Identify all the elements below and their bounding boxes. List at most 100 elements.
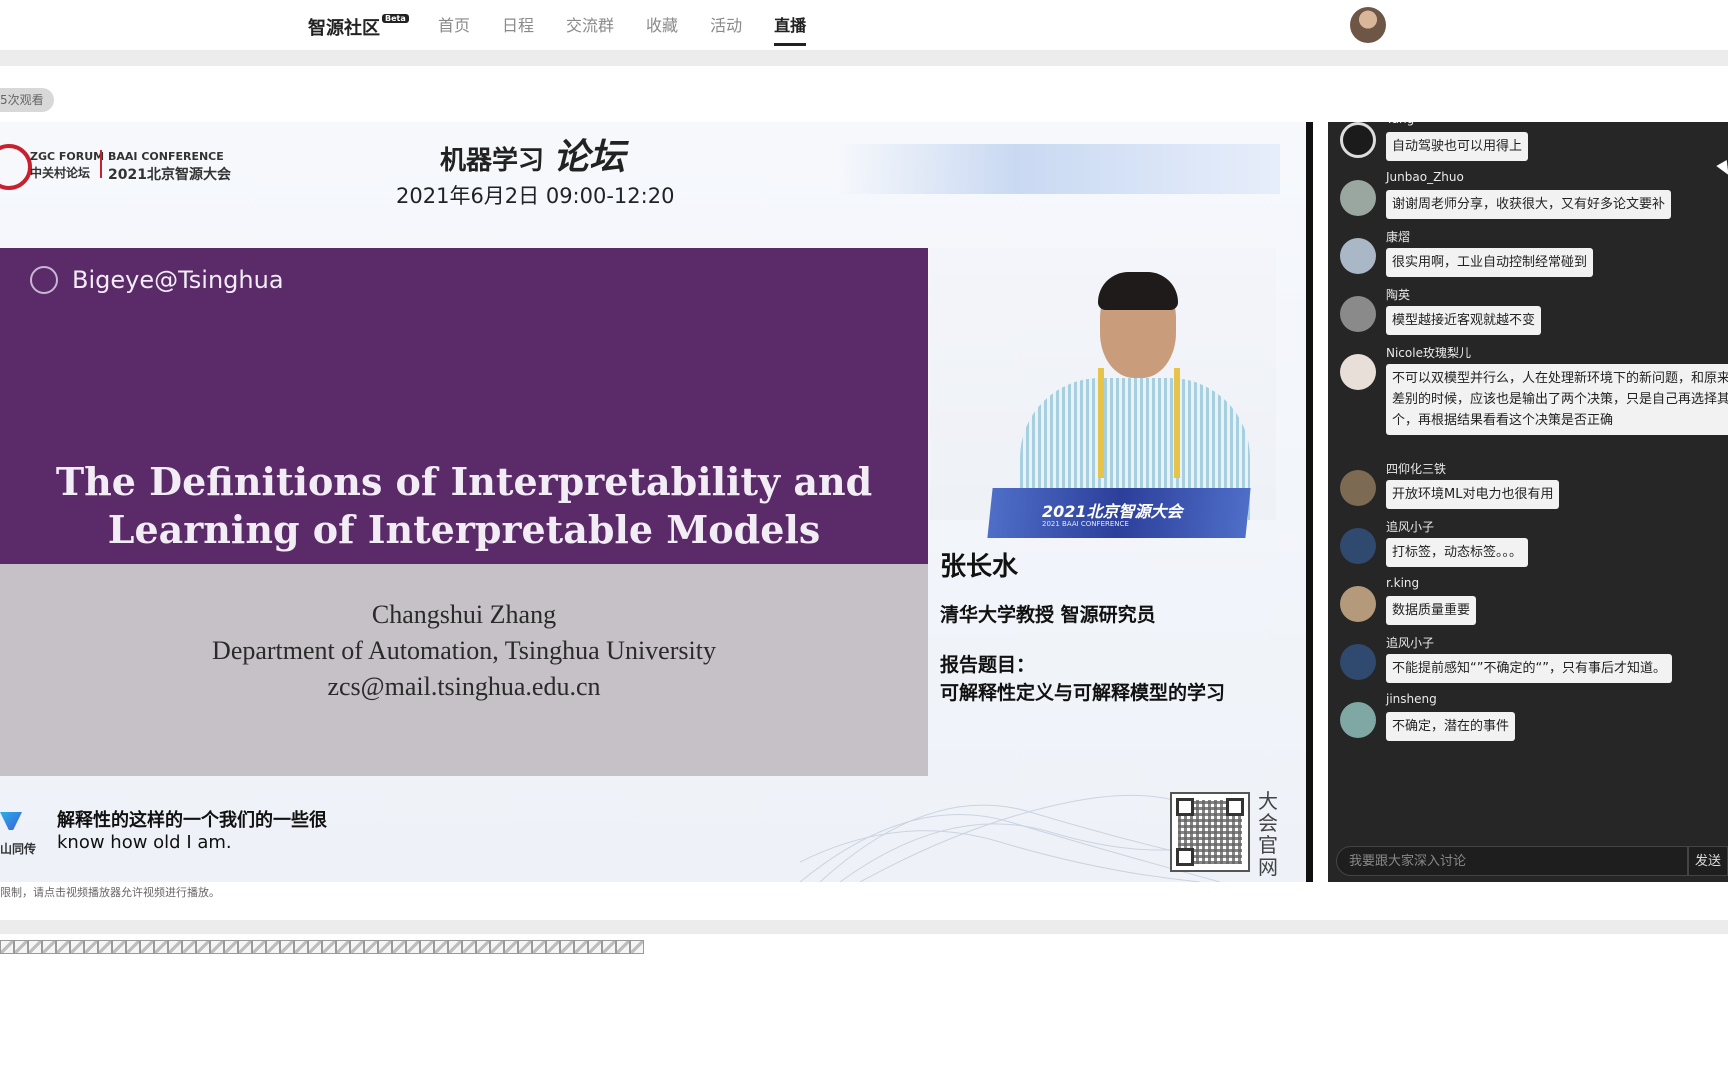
- video-player[interactable]: ZGC FORUM 中关村论坛 BAAI CONFERENCE 2021北京智源…: [0, 122, 1306, 882]
- autoplay-notice: 限制，请点击视频播放器允许视频进行播放。: [0, 886, 220, 899]
- broken-image-icon: [238, 940, 252, 954]
- author-email: zcs@mail.tsinghua.edu.cn: [327, 672, 601, 701]
- broken-image-icon: [294, 940, 308, 954]
- broken-image-icon: [420, 940, 434, 954]
- user-avatar[interactable]: [1350, 7, 1386, 43]
- chat-avatar[interactable]: [1340, 528, 1376, 564]
- qr-corner-bl: [1176, 848, 1194, 866]
- qr-code: [1170, 792, 1250, 872]
- chat-bubble: 自动驾驶也可以用得上: [1386, 132, 1529, 161]
- broken-image-icon: [560, 940, 574, 954]
- zgc-forum-cn-label: 中关村论坛: [30, 166, 91, 180]
- broken-image-icon: [112, 940, 126, 954]
- broken-image-icon: [476, 940, 490, 954]
- broken-image-icon: [126, 940, 140, 954]
- broken-image-icon: [182, 940, 196, 954]
- speaker-hair: [1098, 272, 1178, 310]
- broken-image-icon: [588, 940, 602, 954]
- broken-image-icon: [98, 940, 112, 954]
- baai-conference-cn-label: 2021北京智源大会: [108, 167, 231, 183]
- nav-item-groups[interactable]: 交流群: [566, 12, 614, 46]
- header-decoration: [840, 144, 1280, 194]
- qr-caption: 大会官网: [1258, 789, 1278, 879]
- broken-image-icon: [378, 940, 392, 954]
- broken-image-icon: [70, 940, 84, 954]
- chat-avatar[interactable]: [1340, 122, 1376, 158]
- slide-title-line2: Learning of Interpretable Models: [107, 507, 821, 552]
- broken-image-icon: [434, 940, 448, 954]
- chat-username: r.king: [1386, 576, 1420, 590]
- nav-item-events[interactable]: 活动: [710, 12, 742, 46]
- birds-nest-decoration: [800, 794, 1220, 882]
- chat-avatar[interactable]: [1340, 702, 1376, 738]
- chat-avatar[interactable]: [1340, 180, 1376, 216]
- broken-image-strip: [0, 940, 644, 954]
- chat-avatar[interactable]: [1340, 354, 1376, 390]
- chat-bubble: 模型越接近客观就越不变: [1386, 306, 1542, 335]
- nav-item-schedule[interactable]: 日程: [502, 12, 534, 46]
- subtitle-english: know how old I am.: [57, 832, 232, 853]
- broken-image-icon: [462, 940, 476, 954]
- chat-username: Yang: [1386, 122, 1414, 126]
- broken-image-icon: [140, 940, 154, 954]
- site-logo[interactable]: 智源社区 Beta: [308, 14, 409, 40]
- podium-subtext: 2021 BAAI CONFERENCE: [1042, 520, 1129, 528]
- logo-separator: [100, 150, 102, 178]
- broken-image-icon: [252, 940, 266, 954]
- broken-image-icon: [266, 940, 280, 954]
- lanyard-left: [1098, 368, 1104, 478]
- author-name: Changshui Zhang: [371, 600, 557, 629]
- chat-username: 追风小子: [1386, 520, 1435, 534]
- broken-image-icon: [630, 940, 644, 954]
- topic: 可解释性定义与可解释模型的学习: [940, 682, 1226, 704]
- broken-image-icon: [308, 940, 322, 954]
- broken-image-icon: [546, 940, 560, 954]
- author-department: Department of Automation, Tsinghua Unive…: [212, 636, 716, 665]
- chat-username: Junbao_Zhuo: [1386, 170, 1464, 184]
- chat-bubble: 很实用啊，工业自动控制经常碰到: [1386, 248, 1594, 277]
- beta-badge: Beta: [382, 14, 409, 23]
- broken-image-icon: [364, 940, 378, 954]
- forum-title-a: 机器学习: [440, 146, 545, 176]
- broken-image-icon: [210, 940, 224, 954]
- translation-logo-icon: [0, 812, 22, 830]
- chat-username: Nicole玫瑰梨儿: [1386, 346, 1471, 360]
- chat-avatar[interactable]: [1340, 238, 1376, 274]
- chat-panel: Yang 自动驾驶也可以用得上 Junbao_Zhuo 谢谢周老师分享，收获很大，又有…: [1328, 122, 1728, 882]
- send-button[interactable]: 发送: [1688, 846, 1728, 876]
- lanyard-right: [1174, 368, 1180, 478]
- broken-image-icon: [616, 940, 630, 954]
- chat-bubble: 数据质量重要: [1386, 596, 1477, 625]
- chat-username: 四仰化三铁: [1386, 462, 1447, 476]
- chat-avatar[interactable]: [1340, 296, 1376, 332]
- qr-corner-tr: [1226, 798, 1244, 816]
- chat-username: 陶英: [1386, 288, 1411, 302]
- broken-image-icon: [42, 940, 56, 954]
- chat-username: 康熠: [1386, 230, 1411, 244]
- forum-date: 2021年6月2日 09:00-12:20: [396, 184, 675, 208]
- chat-avatar[interactable]: [1340, 586, 1376, 622]
- broken-image-icon: [490, 940, 504, 954]
- chat-bubble: 不可以双模型并行么，人在处理新环境下的新问题，和原来经验有差别的时候，应该也是输…: [1386, 364, 1728, 435]
- top-nav: 智源社区 Beta 首页 日程 交流群 收藏 活动 直播: [0, 0, 1728, 50]
- chat-input[interactable]: 我要跟大家深入讨论: [1336, 846, 1688, 876]
- chat-username: 追风小子: [1386, 636, 1435, 650]
- nav-item-favorites[interactable]: 收藏: [646, 12, 678, 46]
- speaker-name: 张长水: [940, 552, 1019, 582]
- broken-image-icon: [406, 940, 420, 954]
- broken-image-icon: [448, 940, 462, 954]
- chat-avatar[interactable]: [1340, 644, 1376, 680]
- broken-image-icon: [504, 940, 518, 954]
- slide-title-line1: The Definitions of Interpretability and: [55, 459, 873, 504]
- nav-item-live[interactable]: 直播: [774, 12, 807, 46]
- slide-title: The Definitions of Interpretability and …: [0, 458, 928, 554]
- chat-bubble: 开放环境ML对电力也很有用: [1386, 480, 1560, 509]
- logo-text: 智源社区: [308, 18, 380, 39]
- broken-image-icon: [350, 940, 364, 954]
- chat-bubble: 打标签，动态标签。。。: [1386, 538, 1529, 567]
- video-divider: [1306, 122, 1313, 882]
- chat-avatar[interactable]: [1340, 470, 1376, 506]
- nav-item-home[interactable]: 首页: [438, 12, 470, 46]
- broken-image-icon: [168, 940, 182, 954]
- forum-title: 机器学习 论坛: [440, 128, 625, 180]
